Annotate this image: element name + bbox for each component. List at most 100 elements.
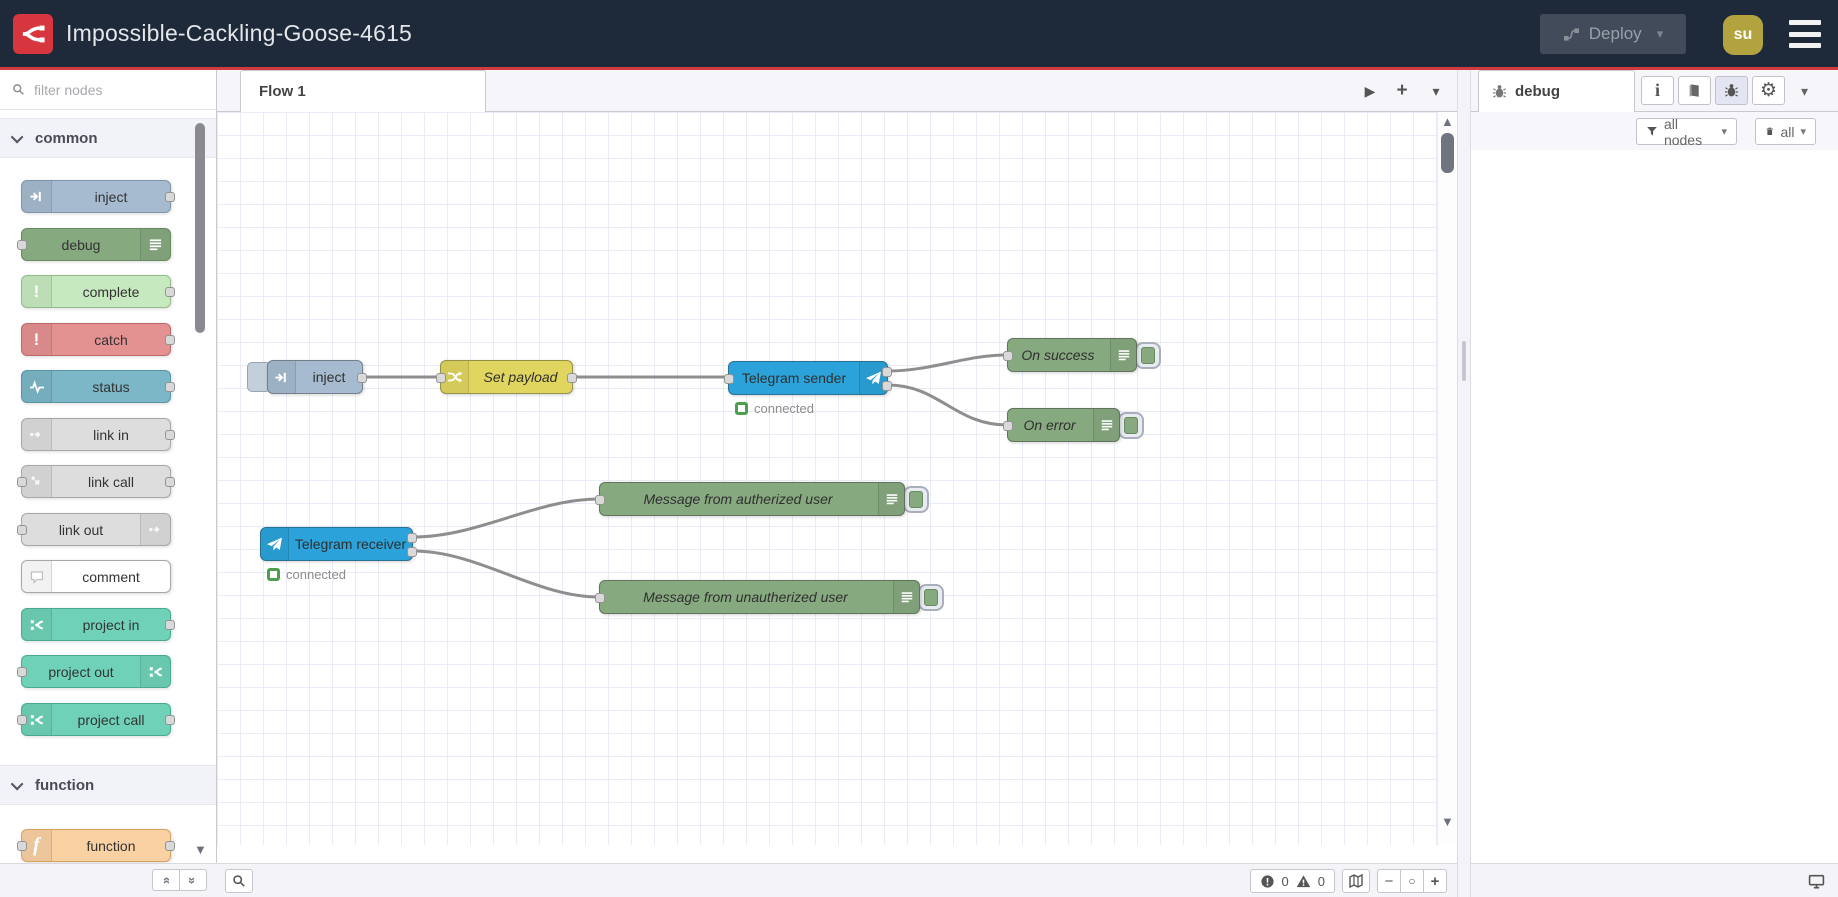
debug-toggle-button[interactable] [918, 584, 944, 611]
palette-node-link-out[interactable]: link out [17, 513, 171, 546]
palette-search[interactable] [0, 70, 216, 110]
flow-list-button[interactable]: ▾ [1423, 78, 1449, 104]
category-label: function [35, 776, 95, 794]
output-port[interactable] [165, 620, 175, 630]
node-inject[interactable]: inject [267, 360, 367, 394]
input-port[interactable] [17, 525, 27, 535]
output-port[interactable] [165, 335, 175, 345]
palette-node-link-in[interactable]: link in [21, 418, 175, 451]
palette-search-input[interactable] [32, 80, 192, 99]
palette-category-function[interactable]: function [0, 765, 216, 805]
user-avatar[interactable]: su [1723, 15, 1763, 55]
debug-filter-button[interactable]: all nodes ▾ [1636, 116, 1737, 148]
input-port[interactable] [17, 477, 27, 487]
palette-scrollbar-thumb[interactable] [195, 123, 205, 333]
output-port-2[interactable] [407, 547, 417, 557]
node-on-error[interactable]: On error [1003, 408, 1120, 442]
sidebar-separator[interactable] [1457, 70, 1471, 897]
input-port[interactable] [724, 374, 734, 384]
deploy-button[interactable]: Deploy ▾ [1540, 14, 1686, 54]
collapse-all-button[interactable]: » [152, 869, 180, 891]
input-port[interactable] [17, 667, 27, 677]
input-port[interactable] [595, 495, 605, 505]
output-port[interactable] [165, 477, 175, 487]
warning-triangle-icon [1296, 874, 1311, 887]
debug-clear-button[interactable]: all ▾ [1755, 118, 1816, 145]
add-flow-button[interactable]: + [1389, 78, 1415, 104]
scroll-down-icon[interactable]: ▼ [1441, 814, 1454, 829]
output-port[interactable] [165, 382, 175, 392]
output-port[interactable] [165, 841, 175, 851]
zoom-out-button[interactable]: − [1377, 869, 1401, 893]
palette-node-comment[interactable]: comment [21, 560, 171, 593]
open-debug-window-button[interactable] [1802, 869, 1830, 893]
node-telegram-sender[interactable]: Telegram sender [724, 361, 892, 395]
next-tab-button[interactable]: ▶ [1357, 78, 1383, 104]
palette-node-catch[interactable]: ! catch [21, 323, 175, 356]
node-set-payload[interactable]: Set payload [436, 360, 577, 394]
sidebar-tabs-menu-button[interactable]: ▾ [1801, 83, 1808, 100]
wire[interactable] [886, 383, 1009, 427]
book-icon [1689, 84, 1699, 97]
palette-category-common[interactable]: common [0, 118, 216, 158]
wire[interactable] [411, 497, 601, 539]
output-port[interactable] [165, 715, 175, 725]
debug-toggle-button[interactable] [1135, 342, 1161, 369]
separator-handle[interactable] [1462, 341, 1466, 381]
palette-node-complete[interactable]: ! complete [21, 275, 175, 308]
input-port[interactable] [17, 841, 27, 851]
bug-icon [1724, 84, 1739, 97]
tab-debug[interactable]: debug [1478, 70, 1635, 112]
palette-node-project-out[interactable]: project out [17, 655, 171, 688]
debug-toggle-button[interactable] [903, 486, 929, 513]
notifications-status[interactable]: 0 0 [1249, 869, 1335, 893]
palette-node-inject[interactable]: inject [21, 180, 175, 213]
node-on-success[interactable]: On success [1003, 338, 1137, 372]
deploy-caret-icon[interactable]: ▾ [1657, 26, 1664, 42]
output-port[interactable] [567, 373, 577, 383]
scroll-up-icon[interactable]: ▲ [1441, 114, 1454, 129]
output-port[interactable] [165, 192, 175, 202]
tab-config-button[interactable]: ⚙ [1752, 76, 1785, 105]
scroll-right-icon[interactable]: ▶ [1407, 842, 1417, 845]
navigator-button[interactable] [1342, 869, 1370, 893]
input-port[interactable] [1003, 421, 1013, 431]
expand-all-button[interactable]: » [179, 869, 207, 891]
output-port[interactable] [165, 430, 175, 440]
palette-scroll-down-icon[interactable]: ▼ [194, 842, 207, 857]
wire[interactable] [886, 353, 1009, 373]
canvas-vscroll-thumb[interactable] [1441, 133, 1454, 173]
scroll-left-icon[interactable]: ◀ [223, 842, 233, 845]
debug-toggle-button[interactable] [1118, 412, 1144, 439]
palette-node-project-in[interactable]: project in [21, 608, 175, 641]
palette-node-link-call[interactable]: link call [17, 465, 175, 498]
input-port[interactable] [17, 240, 27, 250]
palette-node-status[interactable]: status [21, 370, 175, 403]
palette-node-project-call[interactable]: project call [17, 703, 175, 736]
palette-node-function[interactable]: f function [17, 829, 175, 862]
output-port[interactable] [165, 287, 175, 297]
input-port[interactable] [595, 593, 605, 603]
output-port-1[interactable] [882, 367, 892, 377]
node-telegram-receiver[interactable]: Telegram receiver [260, 527, 417, 561]
palette-node-debug[interactable]: debug [17, 228, 171, 261]
input-port[interactable] [1003, 351, 1013, 361]
canvas-vertical-scrollbar[interactable] [1437, 112, 1457, 845]
output-port-1[interactable] [407, 533, 417, 543]
input-port[interactable] [17, 715, 27, 725]
node-msg-authorized[interactable]: Message from autherized user [595, 482, 905, 516]
wire[interactable] [411, 549, 601, 599]
zoom-reset-button[interactable]: ○ [1400, 869, 1424, 893]
search-flows-button[interactable] [225, 869, 253, 893]
main-menu-button[interactable] [1789, 20, 1821, 48]
node-msg-unauthorized[interactable]: Message from unautherized user [595, 580, 920, 614]
output-port-2[interactable] [882, 381, 892, 391]
input-port[interactable] [436, 373, 446, 383]
output-port[interactable] [357, 373, 367, 383]
tab-help-button[interactable] [1678, 76, 1711, 105]
zoom-in-button[interactable]: + [1423, 869, 1447, 893]
tab-info-button[interactable]: i [1641, 76, 1674, 105]
flow-canvas[interactable]: inject Set payload Telegram sender conne… [217, 112, 1457, 845]
tab-debug-button[interactable] [1715, 76, 1748, 105]
flow-tab[interactable]: Flow 1 [240, 70, 486, 112]
